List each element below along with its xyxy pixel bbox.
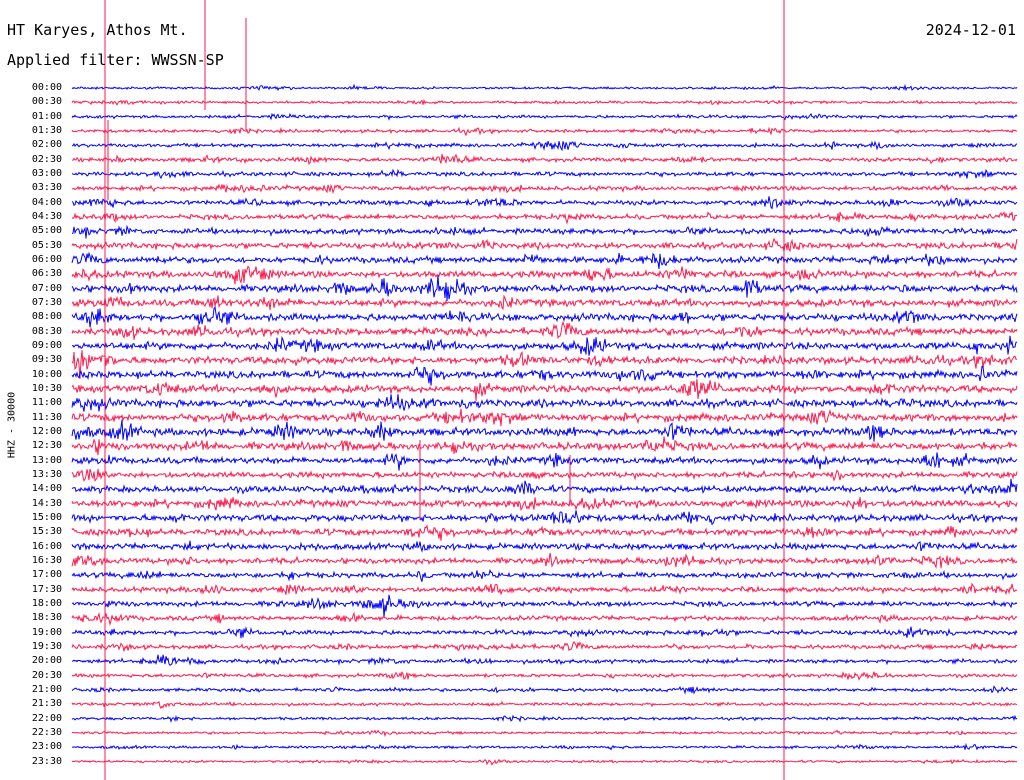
time-label: 04:00 [31, 196, 62, 208]
time-label: 14:30 [31, 497, 62, 509]
time-label: 05:30 [31, 239, 62, 251]
trace-line [71, 714, 1018, 724]
time-label: 11:00 [31, 397, 62, 409]
time-label: 15:30 [31, 526, 62, 538]
trace-line [71, 126, 1018, 137]
time-label: 17:00 [31, 569, 62, 581]
trace-line [71, 251, 1018, 269]
trace-line [71, 654, 1018, 667]
time-label: 09:00 [31, 339, 62, 351]
time-label: 07:30 [31, 296, 62, 308]
time-label: 18:30 [31, 612, 62, 624]
time-label: 01:30 [31, 124, 62, 136]
trace-line [71, 379, 1018, 401]
time-label: 06:30 [31, 268, 62, 280]
time-label: 10:30 [31, 382, 62, 394]
time-label: 19:00 [31, 626, 62, 638]
time-label: 13:00 [31, 454, 62, 466]
trace-line [71, 183, 1018, 195]
time-label: 05:00 [31, 225, 62, 237]
time-label: 21:30 [31, 698, 62, 710]
time-label: 03:00 [31, 167, 62, 179]
time-label: 14:00 [31, 483, 62, 495]
trace-line [71, 210, 1018, 225]
time-label: 15:00 [31, 511, 62, 523]
time-label: 16:00 [31, 540, 62, 552]
trace-line [71, 729, 1018, 738]
trace-line [71, 419, 1018, 442]
time-label: 22:30 [31, 726, 62, 738]
helicorder-view: HT Karyes, Athos Mt. Applied filter: WWS… [0, 0, 1024, 780]
trace-line [71, 153, 1018, 166]
trace-line [71, 742, 1018, 751]
trace-line [71, 294, 1018, 311]
trace-line [71, 196, 1018, 210]
time-label: 13:30 [31, 468, 62, 480]
time-label: 02:30 [31, 153, 62, 165]
trace-line [71, 112, 1018, 121]
trace-line [71, 140, 1018, 152]
time-label: 00:30 [31, 96, 62, 108]
time-label: 09:30 [31, 354, 62, 366]
trace-line [71, 594, 1018, 618]
time-label: 21:00 [31, 683, 62, 695]
time-label: 22:00 [31, 712, 62, 724]
trace-line [71, 408, 1018, 427]
time-label: 18:00 [31, 597, 62, 609]
trace-line [71, 552, 1018, 569]
trace-line [71, 224, 1018, 239]
time-label: 06:00 [31, 253, 62, 265]
time-axis-labels: 00:00 00:30 01:00 01:30 02:00 02:30 03:00 03:30… [0, 0, 70, 780]
trace-line [71, 394, 1018, 412]
time-label: 00:00 [31, 82, 62, 93]
record-date: 2024-12-01 [925, 21, 1016, 39]
time-label: 02:00 [31, 139, 62, 151]
time-label: 08:00 [31, 311, 62, 323]
trace-line [71, 611, 1018, 627]
trace-line [71, 98, 1018, 106]
trace-line [71, 335, 1018, 356]
trace-line [71, 640, 1018, 652]
time-label: 16:30 [31, 554, 62, 566]
trace-line [71, 700, 1018, 710]
time-label: 10:00 [31, 368, 62, 380]
trace-line [71, 320, 1018, 340]
time-label: 17:30 [31, 583, 62, 595]
trace-line [71, 237, 1018, 253]
trace-line [71, 468, 1018, 482]
time-label: 20:00 [31, 655, 62, 667]
trace-line [71, 365, 1018, 386]
time-label: 11:30 [31, 411, 62, 423]
time-label: 01:00 [31, 110, 62, 122]
seismogram-plot [71, 0, 1018, 780]
trace-line [71, 685, 1018, 695]
time-label: 07:00 [31, 282, 62, 294]
trace-line [71, 497, 1018, 511]
trace-line [71, 452, 1018, 471]
trace-line [71, 671, 1018, 681]
trace-line [71, 524, 1018, 541]
trace-line [71, 626, 1018, 639]
trace-line [71, 305, 1018, 328]
trace-line [71, 478, 1018, 496]
trace-line [71, 540, 1018, 553]
time-label: 19:30 [31, 640, 62, 652]
time-label: 12:00 [31, 425, 62, 437]
time-label: 23:00 [31, 741, 62, 753]
trace-line [71, 582, 1018, 596]
trace-line [71, 758, 1018, 766]
trace-line [71, 568, 1018, 582]
trace-line [71, 274, 1018, 302]
time-label: 20:30 [31, 669, 62, 681]
time-label: 23:30 [31, 755, 62, 767]
trace-line [71, 510, 1018, 526]
time-label: 08:30 [31, 325, 62, 337]
time-label: 04:30 [31, 210, 62, 222]
time-label: 03:30 [31, 182, 62, 194]
trace-line [71, 168, 1018, 180]
time-label: 12:30 [31, 440, 62, 452]
trace-line [71, 83, 1018, 92]
trace-line [71, 436, 1018, 456]
trace-line [71, 265, 1018, 285]
